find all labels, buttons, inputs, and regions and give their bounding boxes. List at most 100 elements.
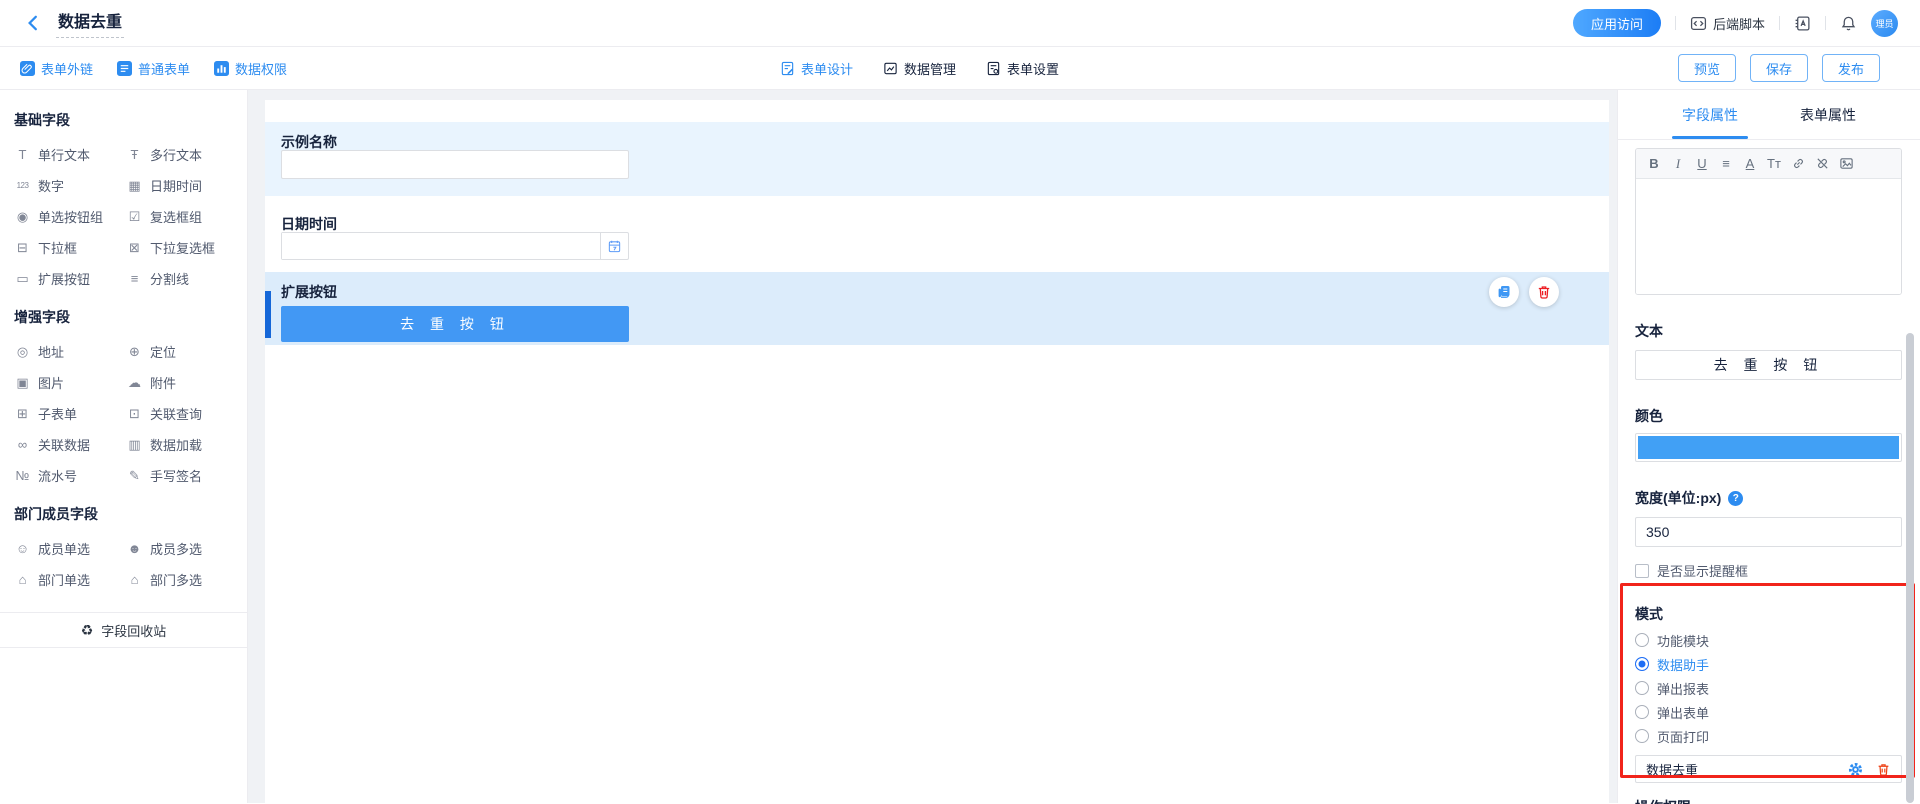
publish-button[interactable]: 发布 <box>1822 54 1880 82</box>
mode-value-box: 数据去重 <box>1635 755 1902 783</box>
editor-textarea[interactable] <box>1636 179 1901 294</box>
normal-form-link[interactable]: 普通表单 <box>117 59 190 78</box>
field-dept-multi[interactable]: ⌂部门多选 <box>126 564 238 595</box>
document-icon <box>117 61 132 76</box>
italic-icon[interactable]: I <box>1668 153 1688 175</box>
divider-line-icon: ≡ <box>126 271 143 286</box>
text-label: 文本 <box>1635 323 1902 339</box>
link-icon[interactable] <box>1788 153 1808 175</box>
divider <box>1675 16 1676 30</box>
code-icon <box>1690 15 1707 32</box>
field-radio-group[interactable]: ◉单选按钮组 <box>14 201 126 232</box>
insert-image-icon[interactable] <box>1836 153 1856 175</box>
field-attachment[interactable]: ☁附件 <box>126 367 238 398</box>
form-settings-icon <box>986 61 1001 76</box>
field-dept-single[interactable]: ⌂部门单选 <box>14 564 126 595</box>
copy-field-button[interactable] <box>1489 277 1519 307</box>
field-number[interactable]: 123数字 <box>14 170 126 201</box>
checkbox-group-icon: ☑ <box>126 209 143 225</box>
font-color-icon[interactable]: A <box>1740 153 1760 175</box>
field-data-load[interactable]: ▥数据加载 <box>126 429 238 460</box>
field-dropdown[interactable]: ⊟下拉框 <box>14 232 126 263</box>
field-location[interactable]: ⊕定位 <box>126 336 238 367</box>
mode-option-popup-form[interactable]: 弹出表单 <box>1635 700 1902 724</box>
app-access-button[interactable]: 应用访问 <box>1573 9 1661 37</box>
field-serial-number[interactable]: №流水号 <box>14 460 126 491</box>
canvas-field-sample-name[interactable]: 示例名称 <box>265 122 1609 196</box>
help-icon[interactable]: ? <box>1728 491 1743 506</box>
delete-field-button[interactable] <box>1529 277 1559 307</box>
notification-bell-icon[interactable] <box>1840 15 1857 32</box>
page-title[interactable]: 数据去重 <box>56 8 124 38</box>
color-swatch <box>1638 436 1899 459</box>
show-reminder-checkbox[interactable]: 是否显示提醒框 <box>1635 561 1902 580</box>
sample-name-input[interactable] <box>281 150 629 179</box>
section-enhanced-fields: 增强字段 <box>14 307 247 327</box>
address-icon: ◎ <box>14 344 31 360</box>
user-avatar[interactable]: 理员 <box>1871 10 1898 37</box>
tab-data-manage[interactable]: 数据管理 <box>883 59 956 78</box>
section-basic-fields: 基础字段 <box>14 110 247 130</box>
field-related-query[interactable]: ⊡关联查询 <box>126 398 238 429</box>
tab-field-properties[interactable]: 字段属性 <box>1676 90 1744 139</box>
form-design-icon <box>780 61 795 76</box>
field-member-multi[interactable]: ☻成员多选 <box>126 533 238 564</box>
backend-script-button[interactable]: 后端脚本 <box>1690 14 1765 33</box>
copy-icon <box>1496 284 1512 300</box>
tab-form-design[interactable]: 表单设计 <box>780 59 853 78</box>
save-button[interactable]: 保存 <box>1750 54 1808 82</box>
field-datetime[interactable]: ▦日期时间 <box>126 170 238 201</box>
color-picker[interactable] <box>1635 433 1902 462</box>
form-external-link[interactable]: 表单外链 <box>20 59 93 78</box>
trash-icon[interactable] <box>1876 762 1891 777</box>
panel-scrollbar-thumb[interactable] <box>1906 333 1914 803</box>
button-text-input[interactable] <box>1635 350 1902 380</box>
radio-icon <box>1635 705 1649 719</box>
field-related-data[interactable]: ∞关联数据 <box>14 429 126 460</box>
field-divider-line[interactable]: ≡分割线 <box>126 263 238 294</box>
field-recycle-bin[interactable]: ♻ 字段回收站 <box>0 612 247 648</box>
datetime-input[interactable] <box>282 233 600 259</box>
mode-option-function-module[interactable]: 功能模块 <box>1635 628 1902 652</box>
dedupe-action-button[interactable]: 去 重 按 钮 <box>281 306 629 342</box>
data-manage-icon <box>883 61 898 76</box>
back-icon[interactable] <box>24 14 42 32</box>
field-image[interactable]: ▣图片 <box>14 367 126 398</box>
underline-icon[interactable]: U <box>1692 153 1712 175</box>
align-icon[interactable]: ≡ <box>1716 153 1736 175</box>
width-label: 宽度(单位:px) ? <box>1635 490 1902 506</box>
radio-icon <box>1635 633 1649 647</box>
field-checkbox-group[interactable]: ☑复选框组 <box>126 201 238 232</box>
unlink-icon[interactable] <box>1812 153 1832 175</box>
field-dropdown-multi[interactable]: ⊠下拉复选框 <box>126 232 238 263</box>
width-input[interactable] <box>1635 517 1902 547</box>
field-single-line-text[interactable]: T单行文本 <box>14 139 126 170</box>
field-address[interactable]: ◎地址 <box>14 336 126 367</box>
mode-option-popup-report[interactable]: 弹出报表 <box>1635 676 1902 700</box>
field-extend-button[interactable]: ▭扩展按钮 <box>14 263 126 294</box>
data-permission-link[interactable]: 数据权限 <box>214 59 287 78</box>
mode-option-page-print[interactable]: 页面打印 <box>1635 724 1902 748</box>
mode-value: 数据去重 <box>1646 760 1848 779</box>
form-canvas: 示例名称 日期时间 扩展按钮 去 重 按 钮 <box>248 90 1617 803</box>
radio-icon <box>1635 729 1649 743</box>
member-single-icon: ☺ <box>14 541 31 556</box>
top-header: 数据去重 应用访问 后端脚本 理员 <box>0 0 1920 47</box>
field-handwritten-signature[interactable]: ✎手写签名 <box>126 460 238 491</box>
field-member-single[interactable]: ☺成员单选 <box>14 533 126 564</box>
calendar-icon[interactable] <box>600 233 628 259</box>
tab-form-properties[interactable]: 表单属性 <box>1794 90 1862 139</box>
contacts-icon[interactable] <box>1794 15 1811 32</box>
field-subform[interactable]: ⊞子表单 <box>14 398 126 429</box>
font-size-icon[interactable]: Tт <box>1764 153 1784 175</box>
field-label: 示例名称 <box>281 122 1593 150</box>
bold-icon[interactable]: B <box>1644 153 1664 175</box>
mode-option-data-assistant[interactable]: 数据助手 <box>1635 652 1902 676</box>
gear-icon[interactable] <box>1848 762 1863 777</box>
tab-form-settings[interactable]: 表单设置 <box>986 59 1059 78</box>
preview-button[interactable]: 预览 <box>1678 54 1736 82</box>
canvas-field-datetime[interactable]: 日期时间 <box>265 196 1609 272</box>
field-multi-line-text[interactable]: Ŧ多行文本 <box>126 139 238 170</box>
datetime-icon: ▦ <box>126 178 143 194</box>
canvas-field-extend-button[interactable]: 扩展按钮 去 重 按 钮 <box>265 272 1609 345</box>
